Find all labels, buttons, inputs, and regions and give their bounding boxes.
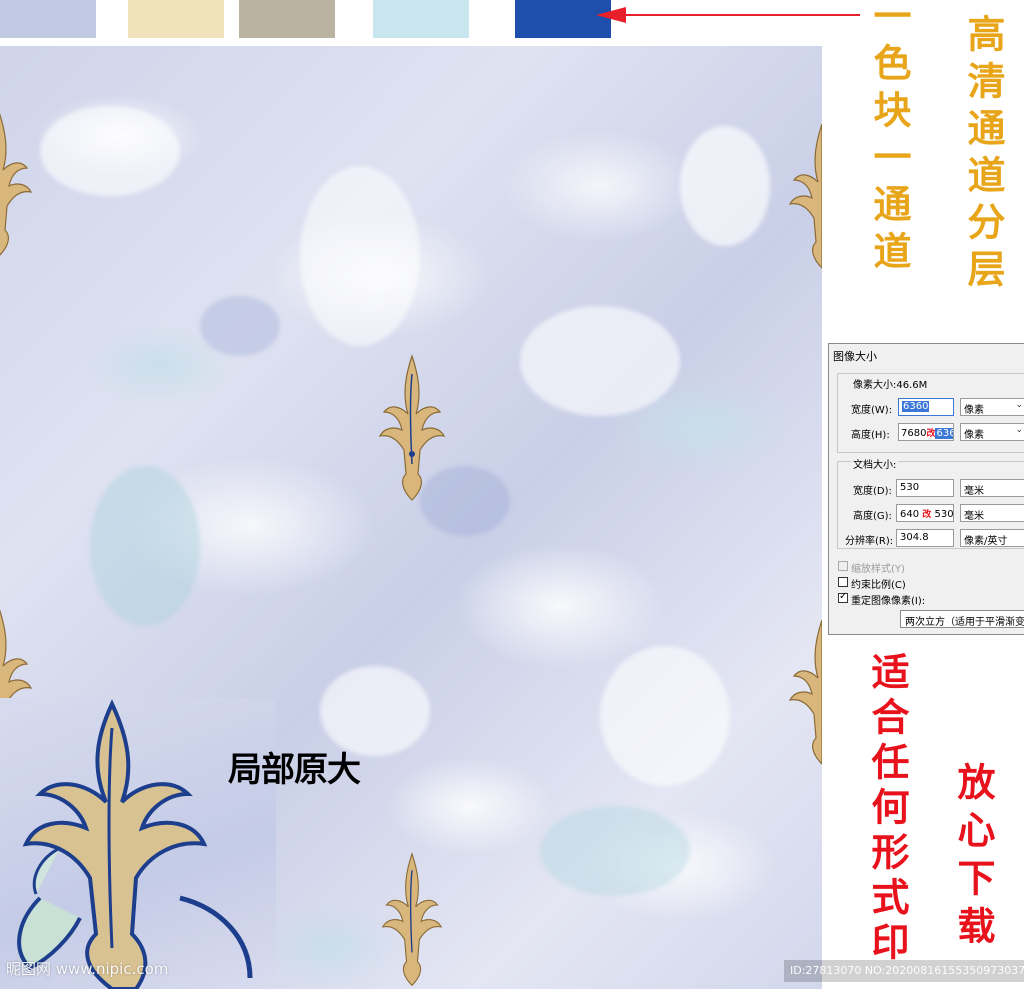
caption-hd-channel-layers: 高清通道分层 (961, 14, 1006, 296)
resolution-field[interactable]: 304.8 (896, 529, 954, 547)
texture-blot (200, 296, 280, 356)
pixel-width-unit-select[interactable]: 像素 ⌄ (960, 398, 1024, 416)
pixel-width-unit: 像素 (964, 405, 984, 416)
doc-width-label: 宽度(D): (853, 486, 892, 497)
resolution-unit: 像素/英寸 (964, 536, 1008, 547)
fleur-de-lis-motif (378, 354, 446, 501)
swatch-taupe (239, 0, 335, 38)
chevron-down-icon: ⌄ (1015, 400, 1023, 410)
texture-blot (300, 166, 420, 346)
doc-height-value: 530 (934, 509, 954, 520)
id-watermark: ID:27813070 NO:20200816155350973037 (784, 960, 1024, 982)
texture-blot (90, 466, 200, 626)
caption-suitable-any-print: 适合任何形式印 (865, 652, 910, 967)
swatch-light-periwinkle (0, 0, 96, 38)
document-size-label: 文档大小: (851, 456, 899, 471)
pixel-height-unit: 像素 (964, 430, 984, 441)
doc-height-unit: 毫米 (964, 511, 984, 522)
fleur-de-lis-motif (381, 852, 443, 987)
scale-styles-label: 缩放样式(Y) (851, 564, 905, 575)
fleur-de-lis-half-motif (788, 619, 822, 765)
resample-label: 重定图像像素(I): (851, 596, 926, 607)
image-size-dialog: 图像大小 像素大小:46.6M 宽度(W): 6360 像素 ⌄ 高度(H): 7… (828, 343, 1024, 635)
pixel-height-old: 7680 (901, 428, 927, 439)
caption-color-block-channel: 一色块一通道 (867, 0, 912, 278)
pixel-height-field[interactable]: 7680改6360 (898, 423, 954, 441)
doc-height-mark: 改 (922, 510, 932, 520)
caption-download-assured: 放心下载 (951, 762, 996, 954)
doc-height-unit-select[interactable]: 毫米 (960, 504, 1024, 522)
swatch-beige (128, 0, 224, 38)
pixel-height-value: 6360 (935, 428, 953, 439)
arrow-line (620, 14, 860, 16)
doc-width-unit: 毫米 (964, 486, 984, 497)
texture-blot (680, 126, 770, 246)
chevron-down-icon: ⌄ (1015, 425, 1023, 435)
fleur-de-lis-half-motif (0, 113, 33, 256)
pixel-height-unit-select[interactable]: 像素 ⌄ (960, 423, 1024, 441)
doc-width-unit-select[interactable]: 毫米 (960, 479, 1024, 497)
pixel-width-label: 宽度(W): (851, 405, 893, 416)
pixel-dimensions-label: 像素大小:46.6M (851, 376, 930, 391)
resolution-label: 分辨率(R): (845, 536, 894, 547)
dialog-title: 图像大小 (833, 350, 877, 363)
resample-checkbox[interactable] (838, 591, 848, 603)
constrain-proportions-checkbox[interactable] (838, 577, 848, 587)
doc-height-label: 高度(G): (853, 511, 892, 522)
swatch-pale-cyan (373, 0, 469, 38)
texture-blot (520, 306, 680, 416)
pixel-width-field[interactable]: 6360 (898, 398, 954, 416)
doc-width-field[interactable]: 530 (896, 479, 954, 497)
texture-blot (600, 646, 730, 786)
fleur-de-lis-half-motif (788, 123, 822, 269)
pixel-height-label: 高度(H): (851, 430, 890, 441)
scale-styles-checkbox[interactable] (838, 561, 848, 571)
texture-blot (40, 106, 180, 196)
pixel-width-value: 6360 (902, 401, 930, 412)
site-watermark: 昵图网 www.nipic.com (6, 960, 169, 978)
constrain-proportions-label: 约束比例(C) (851, 580, 906, 591)
doc-height-old: 640 (900, 509, 920, 520)
resolution-unit-select[interactable]: 像素/英寸 (960, 529, 1024, 547)
resample-method-select[interactable]: 两次立方（适用于平滑渐变 (900, 610, 1024, 628)
texture-blot (540, 806, 690, 896)
arrow-head-icon (596, 7, 626, 23)
caption-local-original-size: 局部原大 (228, 750, 361, 790)
doc-height-field[interactable]: 640 改 530 (896, 504, 954, 522)
